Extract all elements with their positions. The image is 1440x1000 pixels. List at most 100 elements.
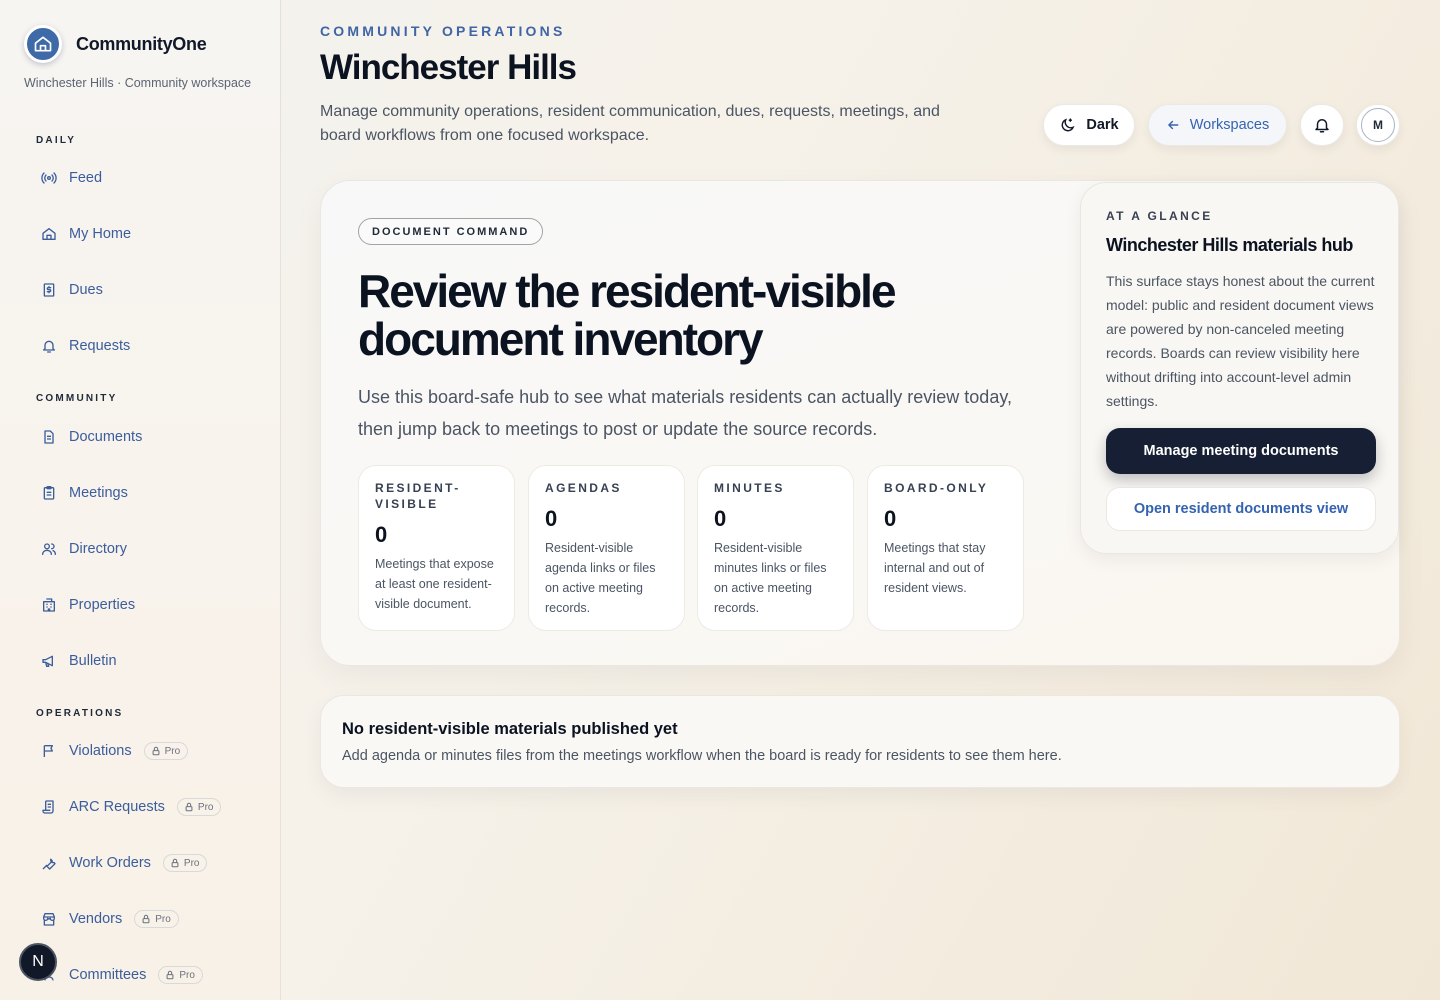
pro-badge-label: Pro: [164, 745, 181, 757]
sidebar-item-documents[interactable]: Documents: [40, 426, 142, 448]
pro-badge: Pro: [143, 742, 189, 760]
sidebar-item-directory[interactable]: Directory: [40, 538, 127, 560]
empty-state-notice: No resident-visible materials published …: [320, 695, 1400, 788]
dev-tools-badge[interactable]: N: [19, 943, 57, 981]
sidebar-item-committees[interactable]: Committees Pro: [40, 964, 203, 986]
stat-value: 0: [375, 522, 388, 547]
stat-value: 0: [545, 506, 558, 531]
dollar-receipt-icon: [40, 281, 58, 299]
user-avatar-button[interactable]: M: [1356, 104, 1400, 146]
broadcast-icon: [40, 169, 58, 187]
sidebar-item-label: Requests: [69, 338, 131, 354]
sidebar-item-requests[interactable]: Requests: [40, 335, 130, 357]
empty-state-text: Add agenda or minutes files from the mee…: [342, 748, 1062, 764]
stat-description: Resident-visible minutes links or files …: [714, 541, 827, 615]
stat-card-board-only: BOARD-ONLY 0 Meetings that stay internal…: [867, 465, 1024, 631]
sidebar-item-label: My Home: [69, 226, 132, 242]
open-resident-documents-button[interactable]: Open resident documents view: [1106, 487, 1376, 531]
flag-icon: [40, 742, 58, 760]
sidebar-item-arc-requests[interactable]: ARC Requests Pro: [40, 796, 222, 818]
theme-toggle-button[interactable]: Dark: [1043, 104, 1135, 146]
sidebar-item-label: Bulletin: [69, 653, 117, 669]
glance-eyebrow: AT A GLANCE: [1106, 209, 1213, 223]
brand-name: CommunityOne: [76, 33, 207, 54]
sidebar-item-vendors[interactable]: Vendors Pro: [40, 908, 179, 930]
document-command-pill: DOCUMENT COMMAND: [358, 218, 544, 245]
users-icon: [40, 540, 58, 558]
sidebar-item-bulletin[interactable]: Bulletin: [40, 650, 117, 672]
sidebar-item-label: Documents: [69, 429, 143, 445]
notifications-button[interactable]: [1300, 104, 1344, 146]
at-a-glance-panel: AT A GLANCE Winchester Hills materials h…: [1080, 182, 1399, 554]
pro-badge-label: Pro: [197, 801, 214, 813]
clipboard-icon: [40, 484, 58, 502]
stat-card-agendas: AGENDAS 0 Resident-visible agenda links …: [528, 465, 685, 631]
empty-state-title: No resident-visible materials published …: [342, 720, 678, 738]
sidebar-item-label: Violations: [69, 743, 132, 759]
sidebar-item-label: Meetings: [69, 485, 128, 501]
arrow-left-icon: [1167, 120, 1179, 130]
glance-text: This surface stays honest about the curr…: [1106, 273, 1375, 409]
section-operations: OPERATIONS: [36, 708, 124, 719]
sidebar-item-label: Dues: [69, 282, 103, 298]
stat-description: Meetings that expose at least one reside…: [375, 557, 494, 611]
sidebar-item-meetings[interactable]: Meetings: [40, 482, 128, 504]
glance-title: Winchester Hills materials hub: [1106, 235, 1353, 255]
sidebar-item-feed[interactable]: Feed: [40, 167, 102, 189]
avatar: M: [1361, 108, 1395, 142]
sidebar-item-label: Vendors: [69, 911, 123, 927]
stat-description: Resident-visible agenda links or files o…: [545, 541, 656, 615]
manage-meeting-documents-button[interactable]: Manage meeting documents: [1106, 428, 1376, 474]
store-icon: [40, 910, 58, 928]
sidebar-item-label: ARC Requests: [69, 799, 165, 815]
megaphone-icon: [40, 652, 58, 670]
stat-value: 0: [884, 506, 897, 531]
stat-value: 0: [714, 506, 727, 531]
brand[interactable]: CommunityOne: [24, 25, 207, 63]
hero-title: Review the resident-visible document inv…: [358, 265, 897, 365]
section-community: COMMUNITY: [36, 393, 118, 404]
home-icon: [40, 225, 58, 243]
lock-icon: [152, 746, 160, 756]
sidebar-item-properties[interactable]: Properties: [40, 594, 135, 616]
stat-label: MINUTES: [714, 481, 785, 495]
sidebar-item-violations[interactable]: Violations Pro: [40, 740, 189, 762]
pro-badge-label: Pro: [155, 913, 171, 925]
sidebar-item-work-orders[interactable]: Work Orders Pro: [40, 852, 208, 874]
pro-badge-label: Pro: [183, 857, 200, 869]
section-daily: DAILY: [36, 135, 77, 146]
pro-badge: Pro: [162, 854, 208, 872]
wrench-icon: [40, 854, 58, 872]
page-description: Manage community operations, resident co…: [320, 103, 940, 144]
pro-badge: Pro: [158, 966, 203, 984]
lock-icon: [142, 914, 150, 924]
hero-description: Use this board-safe hub to see what mate…: [358, 387, 1012, 439]
stat-card-minutes: MINUTES 0 Resident-visible minutes links…: [697, 465, 854, 631]
stat-label: RESIDENT-VISIBLE: [375, 481, 461, 511]
stat-label: AGENDAS: [545, 481, 622, 495]
document-command-card: DOCUMENT COMMAND Review the resident-vis…: [320, 180, 1400, 666]
building-icon: [40, 596, 58, 614]
theme-toggle-label: Dark: [1086, 117, 1119, 133]
document-icon: [40, 428, 58, 446]
moon-icon: [1062, 117, 1075, 131]
bell-icon: [40, 337, 58, 355]
workspaces-button[interactable]: Workspaces: [1148, 104, 1287, 146]
sidebar-item-label: Properties: [69, 597, 136, 613]
sidebar-item-dues[interactable]: Dues: [40, 279, 103, 301]
page-eyebrow: COMMUNITY OPERATIONS: [320, 23, 566, 39]
stat-card-resident-visible: RESIDENT-VISIBLE 0 Meetings that expose …: [358, 465, 515, 631]
lock-icon: [185, 802, 193, 812]
stat-label: BOARD-ONLY: [884, 481, 989, 495]
sidebar-item-label: Directory: [69, 541, 128, 557]
lock-icon: [171, 858, 179, 868]
pro-badge-label: Pro: [179, 969, 195, 981]
sidebar-item-label: Work Orders: [69, 855, 151, 871]
sidebar: CommunityOne Winchester Hills · Communit…: [0, 0, 281, 1000]
stat-description: Meetings that stay internal and out of r…: [884, 541, 986, 595]
sidebar-item-my-home[interactable]: My Home: [40, 223, 131, 245]
workspace-subtitle: Winchester Hills · Community workspace: [24, 76, 252, 90]
lock-icon: [166, 970, 174, 980]
sidebar-item-label: Committees: [69, 967, 147, 983]
home-logo-icon: [24, 25, 62, 63]
